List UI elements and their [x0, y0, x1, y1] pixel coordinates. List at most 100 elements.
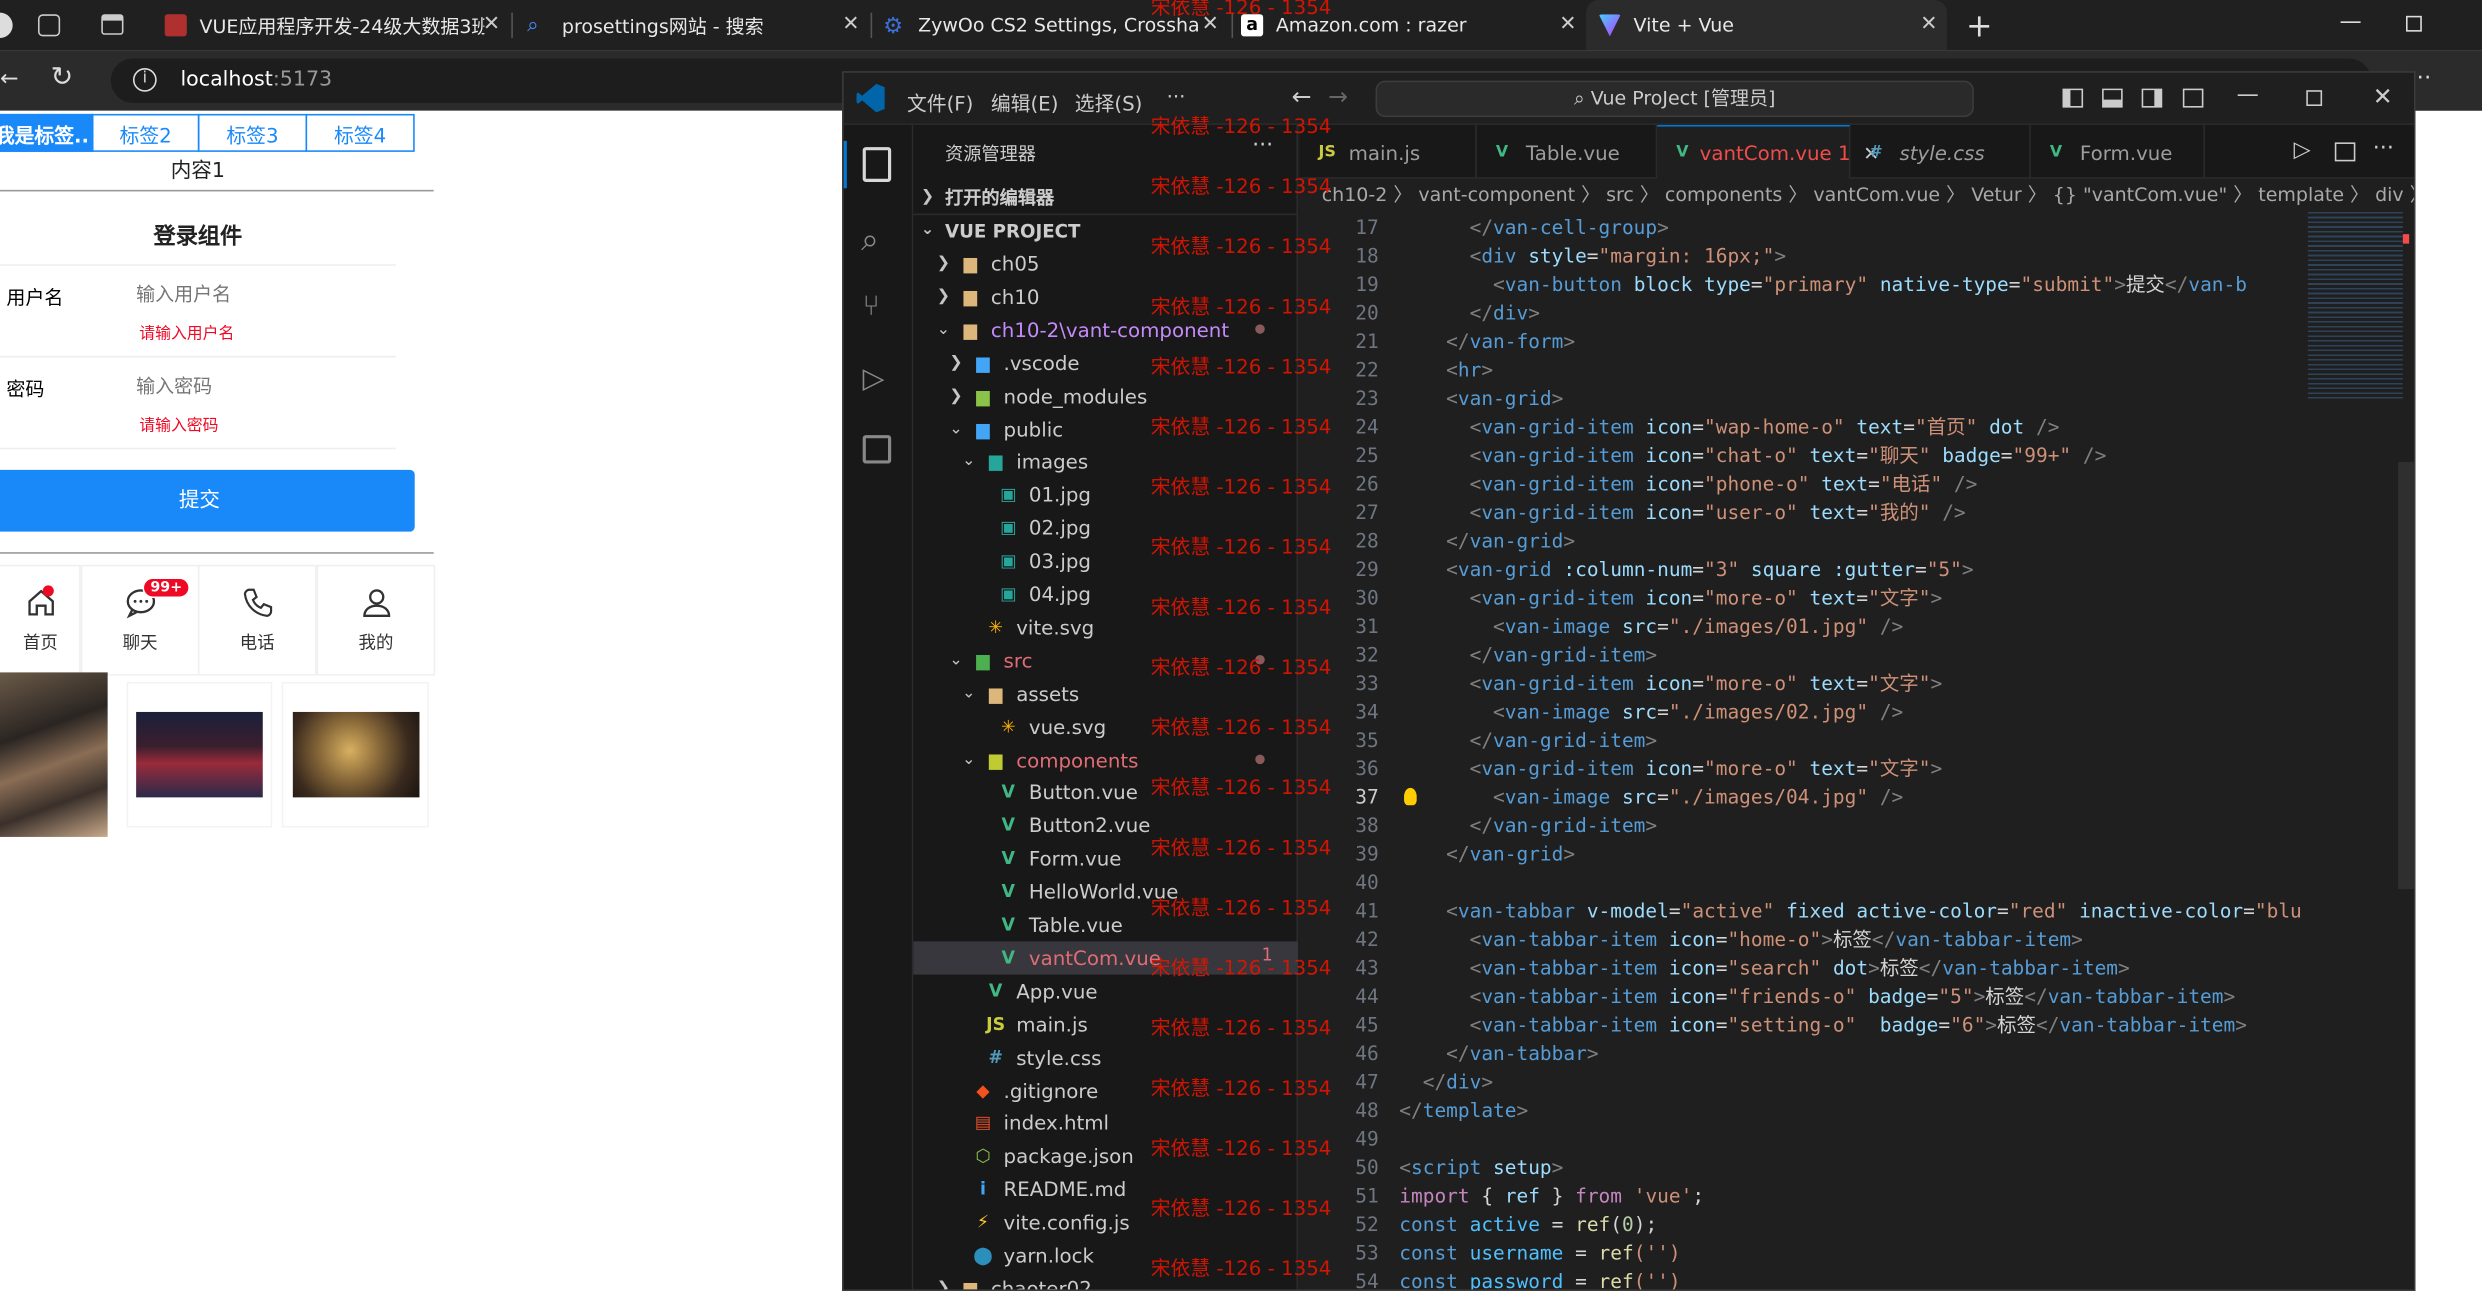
screen: VUE应用程序开发-24级大数据3班 ✕ ⌕ prosettings网站 - 搜… — [0, 0, 2482, 1291]
close-icon[interactable]: ✕ — [1559, 13, 1576, 37]
code-line: <van-tabbar-item icon="friends-o" badge=… — [1469, 985, 2236, 1008]
tree-item-label: vite.config.js — [1003, 1210, 1130, 1235]
tab-4[interactable]: 标签4 — [305, 113, 415, 152]
file-type-icon: JS — [1318, 143, 1336, 161]
image-cell-3[interactable] — [281, 681, 429, 828]
image-cell-2[interactable] — [126, 681, 273, 828]
tree-item-label: index.html — [1003, 1111, 1110, 1135]
close-button[interactable]: ✕ — [2373, 82, 2393, 110]
editor-tab[interactable]: # style.css — [1850, 124, 2031, 179]
back-arrow-icon[interactable]: ← — [1292, 82, 1312, 110]
tree-item-label: ch05 — [990, 251, 1040, 276]
code-editor[interactable]: 17 </van-cell-group> 18 <div style="margi… — [1299, 212, 2414, 1290]
info-icon[interactable]: i — [132, 68, 157, 92]
browser-tab-1[interactable]: VUE应用程序开发-24级大数据3班 ✕ — [164, 0, 510, 51]
grid-item-home[interactable]: 首页 — [0, 564, 81, 676]
toggle-panel-icon[interactable] — [2102, 88, 2123, 108]
tree-item[interactable]: # style.css — [913, 1040, 1298, 1073]
folder-icon: ▆ — [963, 319, 978, 340]
menu-selection[interactable]: 选择(S) — [1075, 87, 1143, 117]
tree-item-label: images — [1016, 449, 1089, 474]
submit-button[interactable]: 提交 — [0, 469, 415, 532]
tab-favicon — [164, 14, 187, 37]
tab-content: 内容1 — [170, 159, 225, 184]
breadcrumb[interactable]: ch10-2 〉 vant-component 〉 src 〉 componen… — [1299, 178, 2414, 213]
profile-avatar[interactable] — [0, 12, 13, 38]
search-icon: ⌕ — [1574, 87, 1591, 110]
code-line: <van-grid-item icon="wap-home-o" text="首… — [1469, 416, 2060, 439]
grid-item-phone[interactable]: 电话 — [197, 564, 317, 676]
code-line: </van-grid> — [1446, 843, 1576, 866]
tree-item-label: .gitignore — [1003, 1078, 1099, 1102]
editor-tab[interactable]: V Form.vue — [2031, 124, 2205, 179]
run-icon[interactable]: ▷ — [2294, 138, 2311, 163]
explorer-icon[interactable] — [862, 147, 892, 182]
tree-item-label: Button.vue — [1028, 780, 1138, 805]
back-arrow-icon[interactable]: ← — [0, 66, 19, 91]
login-title: 登录组件 — [153, 224, 243, 250]
username-label: 用户名 — [6, 286, 64, 309]
tree-item-label: 03.jpg — [1028, 549, 1091, 573]
grid-item-user[interactable]: 我的 — [316, 564, 436, 676]
vertical-scrollbar[interactable] — [2398, 461, 2414, 890]
tab-1[interactable]: 我是标签.. — [0, 113, 94, 152]
close-icon[interactable]: ✕ — [842, 13, 859, 37]
chevron-down-icon: ⌄ — [949, 420, 963, 438]
lightbulb-icon[interactable] — [1404, 787, 1417, 806]
forward-arrow-icon[interactable]: → — [1328, 82, 1348, 110]
username-input[interactable] — [136, 280, 374, 309]
code-line: <van-grid-item icon="more-o" text="文字"> — [1469, 672, 1943, 695]
tab-title: prosettings网站 - 搜索 — [561, 15, 764, 38]
minimize-button[interactable]: — — [2340, 9, 2362, 34]
editor-tab[interactable]: V Table.vue — [1477, 124, 1658, 179]
browser-tab-5-active[interactable]: Vite + Vue ✕ — [1586, 0, 1947, 51]
customize-layout-icon[interactable] — [2182, 88, 2204, 108]
image-cell-1[interactable] — [0, 672, 108, 837]
password-input[interactable] — [136, 371, 374, 401]
code-line: <van-button block type="primary" native-… — [1493, 273, 2247, 296]
workspaces-icon[interactable] — [37, 14, 61, 37]
tree-item[interactable]: ❯ ▆ node_modules — [913, 379, 1298, 412]
code-line: <hr> — [1446, 359, 1494, 382]
refresh-icon[interactable]: ↻ — [51, 62, 74, 94]
divider — [0, 552, 434, 554]
info-icon: i — [979, 1178, 986, 1200]
new-tab-button[interactable]: + — [1966, 6, 1993, 44]
source-control-icon[interactable]: ⑂ — [863, 290, 880, 323]
editor-more-icon[interactable]: ··· — [2373, 136, 2394, 161]
watermark-text: 宋依慧 -126 - 1354 — [1150, 955, 1332, 980]
toggle-sidebar-icon[interactable] — [2062, 88, 2084, 108]
vscode-title-bar: 文件(F) 编辑(E) 选择(S) ··· ← → ⌕ Vue ProJect … — [843, 72, 2414, 125]
toggle-secondary-sidebar-icon[interactable] — [2141, 88, 2163, 108]
activity-bar: ⌕ ⑂ ▷ — [843, 124, 914, 1290]
extensions-icon[interactable] — [862, 435, 892, 464]
close-icon[interactable]: ✕ — [483, 13, 500, 37]
team-photo — [0, 672, 108, 837]
close-icon[interactable]: ✕ — [1920, 13, 1937, 37]
maximize-button[interactable] — [2306, 90, 2323, 107]
browser-tab-2[interactable]: ⌕ prosettings网站 - 搜索 ✕ — [527, 0, 869, 51]
tab-3[interactable]: 标签3 — [197, 113, 308, 152]
vue-icon: V — [1001, 848, 1016, 869]
restore-button[interactable] — [2406, 15, 2422, 32]
public-icon: ▆ — [976, 418, 990, 440]
tree-item[interactable]: ⌄ ▆ assets — [913, 677, 1298, 710]
code-line: </van-grid-item> — [1469, 814, 1658, 837]
grid-item-chat[interactable]: 99+ 聊天 — [80, 564, 200, 676]
menu-edit[interactable]: 编辑(E) — [991, 87, 1059, 117]
editor-tab[interactable]: VvantCom.vue 1 ✕ — [1657, 124, 1879, 179]
modified-dot — [1255, 753, 1265, 764]
run-debug-icon[interactable]: ▷ — [863, 362, 885, 395]
minimize-button[interactable]: — — [2237, 82, 2259, 107]
username-error: 请输入用户名 — [139, 325, 235, 344]
tab-actions-icon[interactable] — [101, 14, 124, 35]
split-editor-icon[interactable] — [2334, 142, 2356, 162]
watermark-text: 宋依慧 -126 - 1354 — [1150, 474, 1332, 499]
menu-more[interactable]: ··· — [1167, 84, 1186, 108]
watermark-top: 宋依慧 -126 - 1354 — [1150, 0, 1332, 19]
tab-2[interactable]: 标签2 — [91, 113, 200, 152]
search-icon[interactable]: ⌕ — [861, 220, 879, 258]
command-center-search[interactable]: ⌕ Vue ProJect [管理员] — [1375, 80, 1974, 118]
js-icon: JS — [986, 1013, 1006, 1035]
menu-file[interactable]: 文件(F) — [907, 87, 973, 117]
